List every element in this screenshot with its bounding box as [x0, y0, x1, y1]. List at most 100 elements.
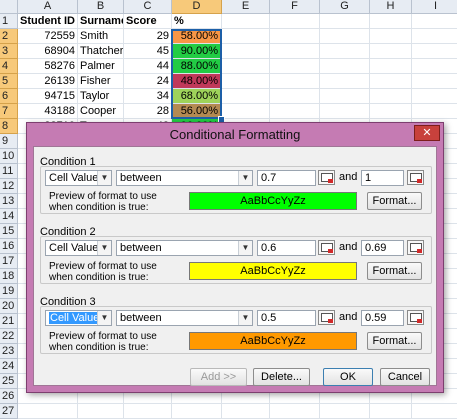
cell-d7[interactable]: 56.00%	[172, 104, 222, 119]
row-header-21[interactable]: 21	[0, 314, 18, 329]
cell-h6[interactable]	[370, 89, 412, 104]
ok-button[interactable]: OK	[323, 368, 373, 386]
cell-g5[interactable]	[320, 74, 370, 89]
cell-a6[interactable]: 94715	[18, 89, 78, 104]
cell-b3[interactable]: Thatcher	[78, 44, 124, 59]
range-select-icon[interactable]	[407, 240, 424, 255]
cell-e2[interactable]	[222, 29, 270, 44]
column-header-c[interactable]: C	[124, 0, 172, 14]
cell-f5[interactable]	[270, 74, 320, 89]
range-select-icon[interactable]	[407, 170, 424, 185]
cell-g3[interactable]	[320, 44, 370, 59]
cell-h7[interactable]	[370, 104, 412, 119]
cell-a5[interactable]: 26139	[18, 74, 78, 89]
cell-c3[interactable]: 45	[124, 44, 172, 59]
row-header-15[interactable]: 15	[0, 224, 18, 239]
add-condition-button[interactable]: Add >>	[190, 368, 247, 386]
cell-b6[interactable]: Taylor	[78, 89, 124, 104]
cell-f2[interactable]	[270, 29, 320, 44]
row-header-25[interactable]: 25	[0, 374, 18, 389]
row-header-14[interactable]: 14	[0, 209, 18, 224]
condition-1-format-button[interactable]: Format...	[367, 192, 422, 210]
delete-button[interactable]: Delete...	[253, 368, 310, 386]
dialog-titlebar[interactable]: Conditional Formatting ✕	[27, 123, 443, 145]
row-header-11[interactable]: 11	[0, 164, 18, 179]
row-header-1[interactable]: 1	[0, 14, 18, 29]
condition-2-type-select[interactable]: Cell Value Is ▼	[45, 240, 112, 256]
cell-d3[interactable]: 90.00%	[172, 44, 222, 59]
cell-c7[interactable]: 28	[124, 104, 172, 119]
range-select-icon[interactable]	[318, 240, 335, 255]
condition-1-value1-field[interactable]: 0.7	[257, 170, 316, 186]
cell-f27[interactable]	[270, 404, 320, 419]
row-header-12[interactable]: 12	[0, 179, 18, 194]
row-header-27[interactable]: 27	[0, 404, 18, 419]
cell-h3[interactable]	[370, 44, 412, 59]
chevron-down-icon[interactable]: ▼	[238, 171, 252, 185]
cell-i1[interactable]	[412, 14, 457, 29]
row-header-24[interactable]: 24	[0, 359, 18, 374]
row-header-7[interactable]: 7	[0, 104, 18, 119]
row-header-26[interactable]: 26	[0, 389, 18, 404]
condition-3-operator-select[interactable]: between ▼	[116, 310, 253, 326]
cell-h27[interactable]	[370, 404, 412, 419]
cell-i4[interactable]	[412, 59, 457, 74]
cell-g27[interactable]	[320, 404, 370, 419]
cell-a27[interactable]	[18, 404, 78, 419]
cell-c2[interactable]: 29	[124, 29, 172, 44]
chevron-down-icon[interactable]: ▼	[97, 311, 111, 325]
range-select-icon[interactable]	[407, 310, 424, 325]
condition-3-value2-field[interactable]: 0.59	[361, 310, 404, 326]
chevron-down-icon[interactable]: ▼	[97, 241, 111, 255]
cell-d1[interactable]: %	[172, 14, 222, 29]
row-header-16[interactable]: 16	[0, 239, 18, 254]
select-all-corner[interactable]	[0, 0, 18, 14]
cell-g6[interactable]	[320, 89, 370, 104]
cell-b5[interactable]: Fisher	[78, 74, 124, 89]
range-select-icon[interactable]	[318, 310, 335, 325]
cell-i5[interactable]	[412, 74, 457, 89]
cell-b1[interactable]: Surname	[78, 14, 124, 29]
cell-g7[interactable]	[320, 104, 370, 119]
row-header-20[interactable]: 20	[0, 299, 18, 314]
cell-e27[interactable]	[222, 404, 270, 419]
cell-h4[interactable]	[370, 59, 412, 74]
cancel-button[interactable]: Cancel	[380, 368, 430, 386]
cell-e5[interactable]	[222, 74, 270, 89]
cell-i6[interactable]	[412, 89, 457, 104]
row-header-9[interactable]: 9	[0, 134, 18, 149]
cell-b27[interactable]	[78, 404, 124, 419]
row-header-18[interactable]: 18	[0, 269, 18, 284]
cell-a1[interactable]: Student ID	[18, 14, 78, 29]
cell-b7[interactable]: Cooper	[78, 104, 124, 119]
row-header-23[interactable]: 23	[0, 344, 18, 359]
column-header-f[interactable]: F	[270, 0, 320, 14]
cell-e6[interactable]	[222, 89, 270, 104]
condition-2-value2-field[interactable]: 0.69	[361, 240, 404, 256]
condition-2-operator-select[interactable]: between ▼	[116, 240, 253, 256]
column-header-e[interactable]: E	[222, 0, 270, 14]
cell-a2[interactable]: 72559	[18, 29, 78, 44]
column-header-d[interactable]: D	[172, 0, 222, 14]
column-header-a[interactable]: A	[18, 0, 78, 14]
cell-i7[interactable]	[412, 104, 457, 119]
row-header-8[interactable]: 8	[0, 119, 18, 134]
chevron-down-icon[interactable]: ▼	[238, 241, 252, 255]
cell-g2[interactable]	[320, 29, 370, 44]
column-header-h[interactable]: H	[370, 0, 412, 14]
cell-h5[interactable]	[370, 74, 412, 89]
cell-d5[interactable]: 48.00%	[172, 74, 222, 89]
cell-d2[interactable]: 58.00%	[172, 29, 222, 44]
cell-f3[interactable]	[270, 44, 320, 59]
chevron-down-icon[interactable]: ▼	[238, 311, 252, 325]
cell-d27[interactable]	[172, 404, 222, 419]
cell-c4[interactable]: 44	[124, 59, 172, 74]
cell-d4[interactable]: 88.00%	[172, 59, 222, 74]
row-header-6[interactable]: 6	[0, 89, 18, 104]
range-select-icon[interactable]	[318, 170, 335, 185]
cell-i3[interactable]	[412, 44, 457, 59]
column-header-b[interactable]: B	[78, 0, 124, 14]
condition-3-type-select[interactable]: Cell Value Is ▼	[45, 310, 112, 326]
cell-i27[interactable]	[412, 404, 457, 419]
cell-e3[interactable]	[222, 44, 270, 59]
